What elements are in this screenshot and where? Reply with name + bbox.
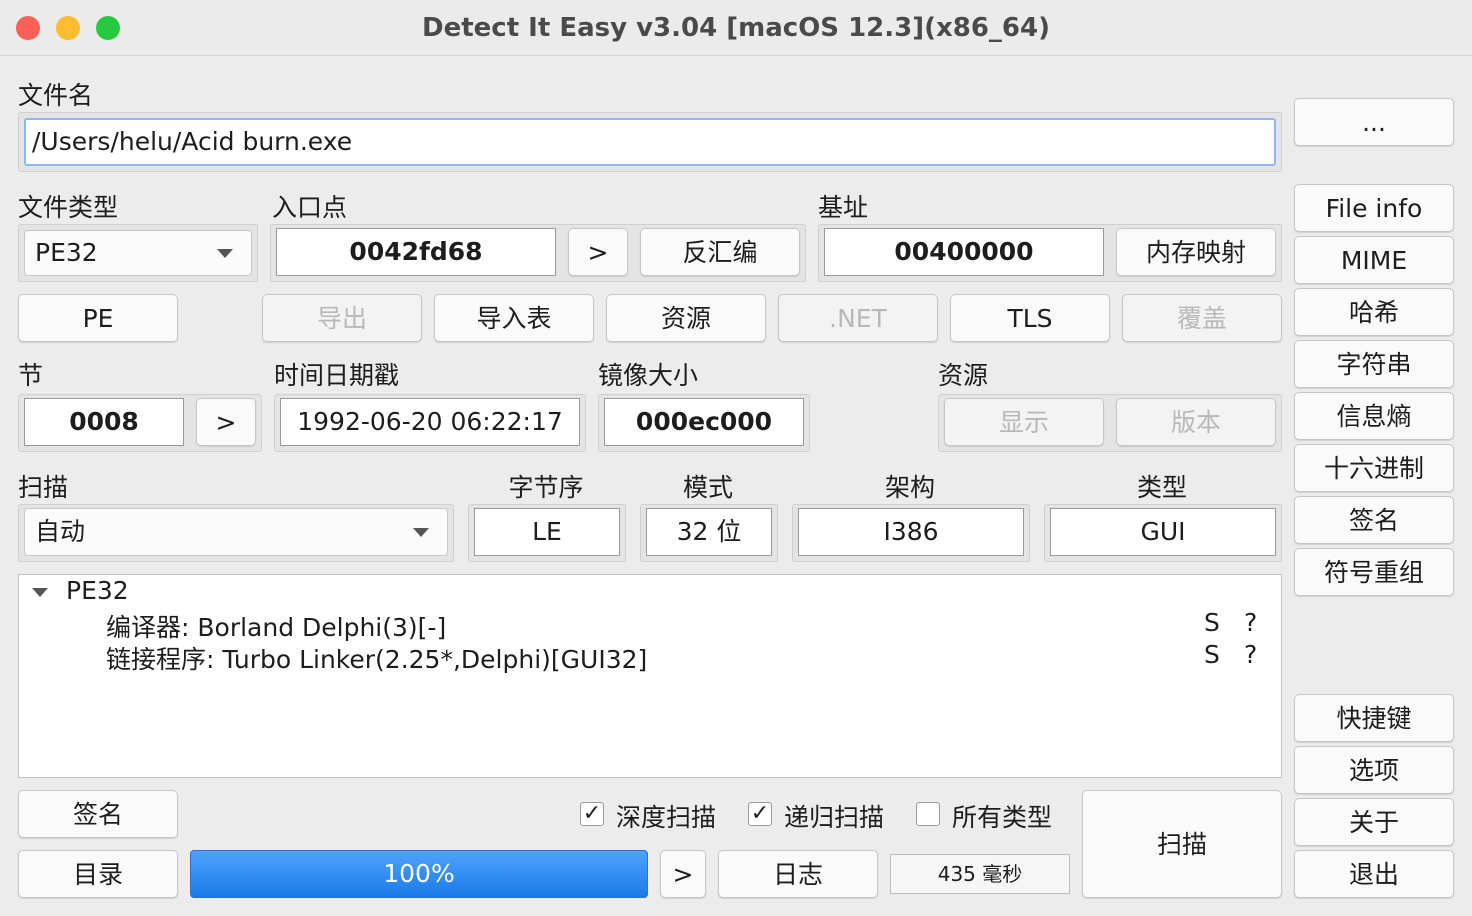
all-types-label: 所有类型 (952, 803, 1053, 832)
endian-label: 字节序 (508, 473, 584, 502)
tree-item-compiler[interactable]: 编译器: Borland Delphi(3)[-] (106, 608, 446, 644)
tree-item-linker[interactable]: 链接程序: Turbo Linker(2.25*,Delphi)[GUI32] (106, 640, 647, 676)
hash-button[interactable]: 哈希 (1294, 288, 1454, 336)
window-title: Detect It Easy v3.04 [macOS 12.3](x86_64… (422, 13, 1050, 43)
scan-label: 扫描 (18, 473, 69, 502)
file-info-button[interactable]: File info (1294, 184, 1454, 232)
scan-progress-bar: 100% (190, 850, 648, 898)
log-button[interactable]: 日志 (718, 850, 878, 898)
tls-button[interactable]: TLS (950, 294, 1110, 342)
about-button[interactable]: 关于 (1294, 798, 1454, 846)
scan-mode-select[interactable]: 自动 (24, 508, 448, 556)
scan-mode-value: 自动 (35, 517, 86, 546)
section-label: 节 (18, 361, 44, 390)
tree-root-label[interactable]: PE32 (66, 576, 129, 605)
mode-label: 模式 (682, 473, 733, 502)
directory-button[interactable]: 目录 (18, 850, 178, 898)
resources-version-button[interactable]: 版本 (1116, 398, 1276, 446)
export-button[interactable]: 导出 (262, 294, 422, 342)
type-label: 类型 (1136, 473, 1187, 502)
tree-item-linker-q: ? (1244, 640, 1258, 669)
resource-button[interactable]: 资源 (606, 294, 766, 342)
scan-time-field: 435 毫秒 (890, 854, 1070, 894)
demangle-button[interactable]: 符号重组 (1294, 548, 1454, 596)
browse-button[interactable]: ... (1294, 98, 1454, 146)
mime-button[interactable]: MIME (1294, 236, 1454, 284)
mode-field[interactable]: 32 位 (646, 508, 772, 556)
type-field[interactable]: GUI (1050, 508, 1276, 556)
tree-item-compiler-s: S (1204, 608, 1220, 637)
signature-button[interactable]: 签名 (1294, 496, 1454, 544)
scan-button[interactable]: 扫描 (1082, 790, 1282, 898)
entry-point-label: 入口点 (272, 193, 348, 222)
arch-label: 架构 (884, 473, 935, 502)
strings-button[interactable]: 字符串 (1294, 340, 1454, 388)
arch-field[interactable]: I386 (798, 508, 1024, 556)
base-address-field[interactable]: 00400000 (824, 228, 1104, 276)
deep-scan-checkbox[interactable]: ✓ (580, 802, 604, 826)
entry-point-go-button[interactable]: > (568, 228, 628, 276)
endian-field[interactable]: LE (474, 508, 620, 556)
tree-item-linker-s: S (1204, 640, 1220, 669)
deep-scan-label: 深度扫描 (616, 803, 717, 832)
import-button[interactable]: 导入表 (434, 294, 594, 342)
pe-button[interactable]: PE (18, 294, 178, 342)
file-type-value: PE32 (35, 238, 98, 267)
base-address-label: 基址 (818, 193, 869, 222)
resources-show-button[interactable]: 显示 (944, 398, 1104, 446)
file-name-label: 文件名 (18, 81, 94, 110)
chevron-down-icon (413, 528, 429, 537)
signatures-button[interactable]: 签名 (18, 790, 178, 838)
tree-item-compiler-q: ? (1244, 608, 1258, 637)
progress-go-button[interactable]: > (660, 850, 706, 898)
results-tree[interactable] (18, 574, 1282, 778)
shortcuts-button[interactable]: 快捷键 (1294, 694, 1454, 742)
checkmark-icon: ✓ (750, 801, 770, 826)
section-go-button[interactable]: > (196, 398, 256, 446)
recursive-scan-label: 递归扫描 (784, 803, 885, 832)
disassemble-button[interactable]: 反汇编 (640, 228, 800, 276)
recursive-scan-checkbox[interactable]: ✓ (748, 802, 772, 826)
timestamp-label: 时间日期戳 (274, 361, 400, 390)
expand-triangle-icon[interactable] (32, 588, 48, 597)
chevron-down-icon (217, 249, 233, 258)
entry-point-field[interactable]: 0042fd68 (276, 228, 556, 276)
all-types-checkbox[interactable] (916, 802, 940, 826)
timestamp-field[interactable]: 1992-06-20 06:22:17 (280, 398, 580, 446)
checkmark-icon: ✓ (582, 801, 602, 826)
exit-button[interactable]: 退出 (1294, 850, 1454, 898)
resources-label: 资源 (938, 361, 989, 390)
file-type-label: 文件类型 (18, 193, 119, 222)
options-button[interactable]: 选项 (1294, 746, 1454, 794)
section-count-field[interactable]: 0008 (24, 398, 184, 446)
memory-map-button[interactable]: 内存映射 (1116, 228, 1276, 276)
image-size-label: 镜像大小 (598, 361, 699, 390)
dotnet-button[interactable]: .NET (778, 294, 938, 342)
hex-button[interactable]: 十六进制 (1294, 444, 1454, 492)
file-type-select[interactable]: PE32 (24, 230, 252, 276)
file-path-input[interactable]: /Users/helu/Acid burn.exe (24, 118, 1276, 166)
image-size-field[interactable]: 000ec000 (604, 398, 804, 446)
overlay-button[interactable]: 覆盖 (1122, 294, 1282, 342)
entropy-button[interactable]: 信息熵 (1294, 392, 1454, 440)
